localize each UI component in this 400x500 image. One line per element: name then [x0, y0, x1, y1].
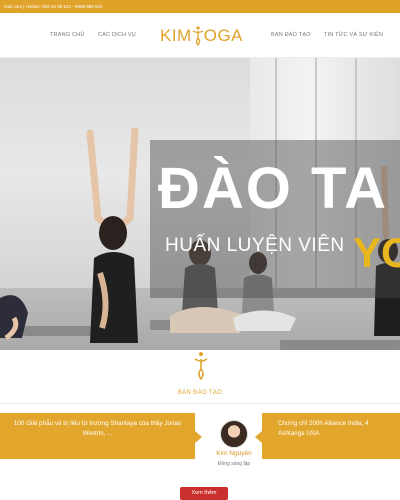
hero-title-line-3: YO [353, 229, 400, 276]
main-navigation: Trang chủ Các dịch vụ KIM OGA Ban đào tạ… [0, 13, 400, 58]
page: mail.com | Hotline: 093 54 58 224 - 0988… [0, 0, 400, 500]
nav-item-training-board[interactable]: Ban đào tạo [271, 32, 311, 38]
nav-item-home[interactable]: Trang chủ [50, 32, 85, 38]
section-title: BAN ĐÀO TẠO [177, 390, 223, 396]
yoga-practitioner-figure [0, 295, 28, 341]
hero-title-line-2: HUẤN LUYỆN VIÊN [165, 235, 345, 256]
view-more-button[interactable]: Xem thêm [180, 487, 228, 500]
yoga-figure-icon [194, 352, 208, 381]
section-divider [0, 403, 400, 404]
logo-text-suffix: OGA [203, 26, 244, 45]
trainer-avatar [220, 420, 248, 448]
card-pointer [195, 431, 202, 443]
nav-item-news-events[interactable]: Tin tức và sự kiện [324, 32, 383, 38]
trainer-quote-text: 100 Giải phẫu và trị liệu từ trường Shan… [13, 420, 182, 437]
top-contact-bar: mail.com | Hotline: 093 54 58 224 - 0988… [0, 0, 400, 13]
nav-item-services[interactable]: Các dịch vụ [98, 32, 136, 38]
card-pointer [255, 431, 262, 443]
yoga-figure-icon [192, 26, 204, 46]
trainer-quote-text: Chứng chỉ 200h Alliance India, 4 Ashtang… [278, 420, 369, 437]
logo-text-prefix: KIM [160, 26, 192, 45]
trainer-quote-card: Chứng chỉ 200h Alliance India, 4 Ashtang… [262, 413, 400, 459]
trainer-name: Kim Nguyên [216, 450, 252, 457]
hero-title-line-1: ĐÀO TA [158, 156, 389, 221]
yoga-practitioner-figure [86, 128, 139, 343]
trainer-quote-card: 100 Giải phẫu và trị liệu từ trường Shan… [0, 413, 195, 459]
trainer-role: Đồng sáng lập [217, 461, 251, 467]
contact-info: mail.com | Hotline: 093 54 58 224 - 0988… [4, 4, 103, 9]
site-logo[interactable]: KIM OGA [160, 23, 250, 49]
